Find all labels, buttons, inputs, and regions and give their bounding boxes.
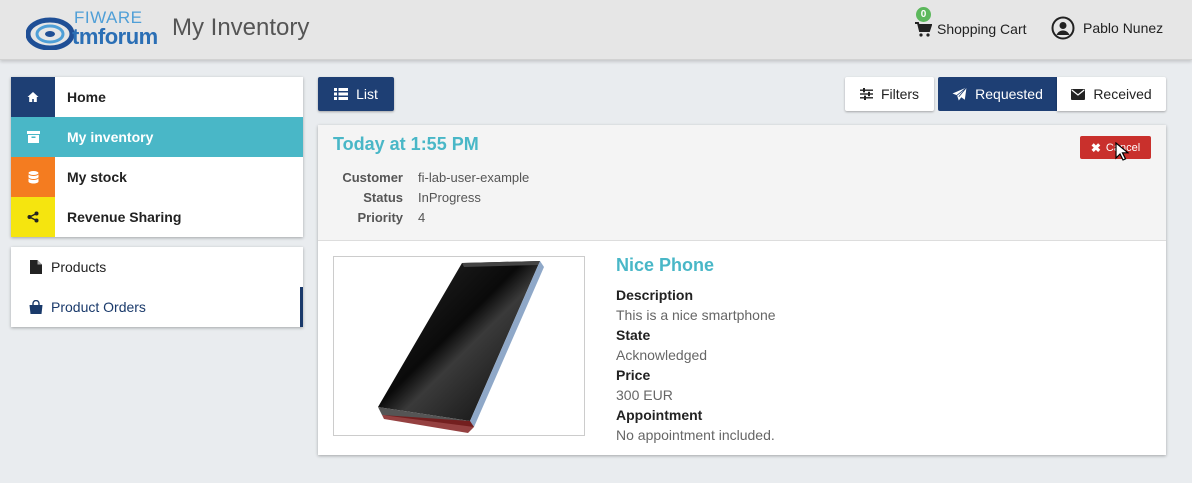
file-icon [29,259,43,275]
sidebar-item-my-stock[interactable]: My stock [11,157,303,197]
sidebar-item-my-inventory[interactable]: My inventory [11,117,303,157]
detail-key: Price [616,367,651,383]
received-tab[interactable]: Received [1057,77,1166,111]
fiware-tmforum-logo[interactable]: FIWARE tmforum [26,8,166,50]
meta-row-priority: Priority 4 [333,207,529,227]
filters-label: Filters [880,86,920,102]
product-image [333,256,585,436]
detail-value: 300 EUR [616,387,673,403]
app-header: FIWARE tmforum My Inventory 0 Shopping C… [0,0,1192,60]
order-header: Today at 1:55 PM Customer fi-lab-user-ex… [318,125,1166,241]
shopping-cart-icon [915,22,932,37]
order-card: Today at 1:55 PM Customer fi-lab-user-ex… [318,125,1166,455]
meta-row-customer: Customer fi-lab-user-example [333,167,529,187]
sidebar-item-label: My stock [67,169,127,185]
logo-text-tmforum: tmforum [72,24,158,49]
meta-value: InProgress [418,189,481,205]
detail-value: This is a nice smartphone [616,307,776,323]
paper-plane-icon [952,87,967,101]
meta-key: Customer [342,169,403,185]
user-menu[interactable]: Pablo Nunez [1051,16,1163,40]
list-view-label: List [356,86,378,102]
meta-row-status: Status InProgress [333,187,529,207]
smartphone-image [378,261,544,433]
envelope-icon [1071,88,1086,100]
sidebar-item-label: Products [51,259,107,275]
user-circle-icon [1051,16,1075,40]
sliders-icon [859,88,873,100]
sidebar-item-label: Home [67,89,106,105]
meta-key: Status [363,189,403,205]
sidebar-item-home[interactable]: Home [11,77,303,117]
requested-label: Requested [975,86,1043,102]
archive-icon [11,117,55,157]
list-view-button[interactable]: List [318,77,394,111]
filters-button[interactable]: Filters [845,77,934,111]
sidebar-item-products[interactable]: Products [11,247,303,287]
sidebar-item-product-orders[interactable]: Product Orders [11,287,303,327]
database-icon [11,157,55,197]
sidebar-item-label: Product Orders [51,299,146,315]
product-details: Description This is a nice smartphone St… [616,285,776,445]
order-meta: Customer fi-lab-user-example Status InPr… [333,167,529,227]
detail-key: State [616,327,651,343]
sidebar-item-label: Revenue Sharing [67,209,182,225]
sidebar-secondary-nav: Products Product Orders [11,247,303,327]
user-name: Pablo Nunez [1083,20,1164,36]
mouse-pointer-icon [1115,142,1129,161]
close-icon: ✖ [1090,140,1101,155]
received-label: Received [1093,86,1152,102]
meta-value: 4 [418,209,426,225]
shopping-bag-icon [29,299,43,315]
detail-value: No appointment included. [616,427,775,443]
detail-value: Acknowledged [616,347,708,363]
share-icon [11,197,55,237]
meta-key: Priority [357,209,403,225]
list-icon [334,88,349,100]
requested-tab[interactable]: Requested [938,77,1057,111]
page-title: My Inventory [172,14,310,41]
sidebar-item-label: My inventory [67,129,154,145]
detail-key: Description [616,287,694,303]
product-name: Nice Phone [616,255,715,275]
sidebar-primary-nav: Home My inventory My stock Revenue Shari… [11,77,303,237]
shopping-cart-label: Shopping Cart [937,21,1027,37]
detail-key: Appointment [616,407,703,423]
shopping-cart-link[interactable]: Shopping Cart [914,18,1027,40]
meta-value: fi-lab-user-example [418,169,530,185]
home-icon [11,77,55,117]
order-date: Today at 1:55 PM [333,134,479,154]
sidebar-item-revenue-sharing[interactable]: Revenue Sharing [11,197,303,237]
